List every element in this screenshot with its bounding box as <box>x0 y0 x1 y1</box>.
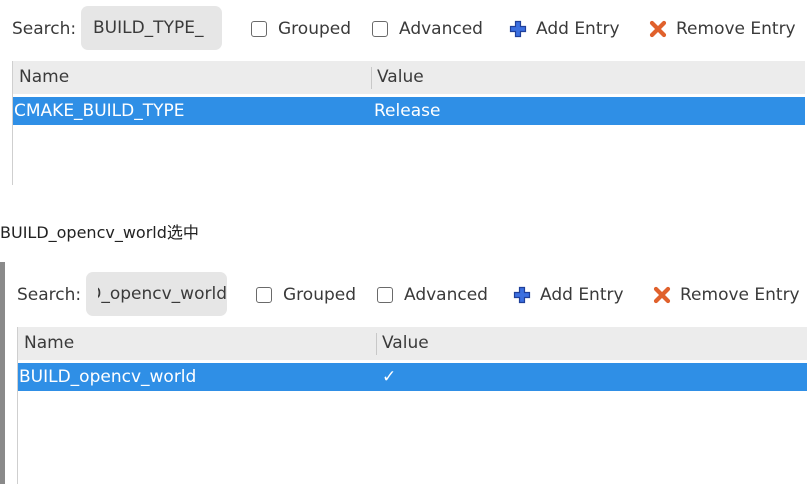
row-value-cell[interactable]: Release <box>374 97 440 125</box>
column-header-value[interactable]: Value <box>382 327 429 360</box>
remove-entry-button[interactable]: Remove Entry <box>649 17 796 41</box>
grouped-checkbox-box[interactable] <box>251 21 267 37</box>
add-entry-label: Add Entry <box>540 285 624 305</box>
caption-text: BUILD_opencv_world选中 <box>0 223 199 242</box>
table-row-selected[interactable]: CMAKE_BUILD_TYPE Release <box>13 97 805 125</box>
grouped-checkbox[interactable]: Grouped <box>251 17 351 41</box>
column-header-name[interactable]: Name <box>24 327 74 360</box>
add-entry-button[interactable]: Add Entry <box>509 17 620 41</box>
table-row-selected[interactable]: BUILD_opencv_world ✓ <box>18 363 807 391</box>
search-box[interactable] <box>86 272 227 316</box>
row-name-cell[interactable]: BUILD_opencv_world <box>19 363 196 391</box>
search-box[interactable] <box>81 6 222 50</box>
column-divider <box>376 333 377 355</box>
column-divider <box>371 67 372 89</box>
remove-x-icon <box>649 20 667 38</box>
column-header-name[interactable]: Name <box>19 61 69 94</box>
advanced-label: Advanced <box>404 285 488 305</box>
search-label: Search: <box>12 19 77 39</box>
cache-table: Name Value BUILD_opencv_world ✓ <box>17 327 807 484</box>
cmake-panel-opencv-world: Search: Grouped Advanced Add Entry Remov… <box>5 262 807 484</box>
plus-icon <box>513 286 531 304</box>
search-label: Search: <box>17 285 82 305</box>
cache-table: Name Value CMAKE_BUILD_TYPE Release <box>12 61 805 185</box>
cmake-panel-build-type: Search: Grouped Advanced Add Entry Remov… <box>0 0 807 185</box>
column-header-value[interactable]: Value <box>377 61 424 94</box>
toolbar: Search: Grouped Advanced Add Entry Remov… <box>5 272 807 320</box>
grouped-checkbox-box[interactable] <box>256 287 272 303</box>
toolbar: Search: Grouped Advanced Add Entry Remov… <box>0 6 807 54</box>
remove-entry-label: Remove Entry <box>680 285 800 305</box>
search-input[interactable] <box>86 272 227 316</box>
remove-x-icon <box>653 286 671 304</box>
grouped-label: Grouped <box>278 19 352 39</box>
advanced-checkbox[interactable]: Advanced <box>377 283 488 307</box>
advanced-checkbox-box[interactable] <box>372 21 388 37</box>
advanced-label: Advanced <box>399 19 483 39</box>
plus-icon <box>509 20 527 38</box>
search-input[interactable] <box>81 6 222 50</box>
grouped-checkbox[interactable]: Grouped <box>256 283 356 307</box>
advanced-checkbox-box[interactable] <box>377 287 393 303</box>
grouped-label: Grouped <box>283 285 357 305</box>
add-entry-label: Add Entry <box>536 19 620 39</box>
remove-entry-button[interactable]: Remove Entry <box>653 283 800 307</box>
row-name-cell[interactable]: CMAKE_BUILD_TYPE <box>14 97 185 125</box>
table-header: Name Value <box>13 61 805 94</box>
remove-entry-label: Remove Entry <box>676 19 796 39</box>
add-entry-button[interactable]: Add Entry <box>513 283 624 307</box>
table-header: Name Value <box>18 327 807 360</box>
advanced-checkbox[interactable]: Advanced <box>372 17 483 41</box>
row-value-checkmark[interactable]: ✓ <box>382 363 396 391</box>
